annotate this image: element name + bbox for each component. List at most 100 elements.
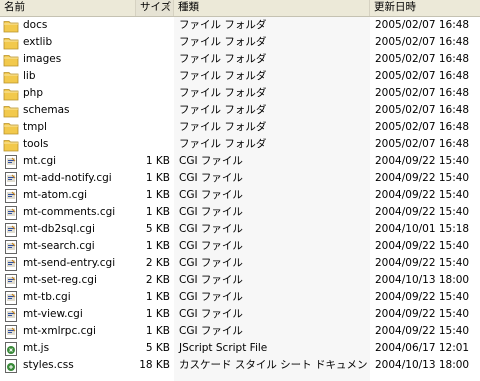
file-size: 1 KB — [145, 172, 170, 184]
file-name: mt-atom.cgi — [23, 189, 88, 201]
file-name-cell: mt-add-notify.cgi — [0, 170, 136, 187]
file-name-cell: styles.css — [0, 357, 136, 374]
file-name-cell: mt-search.cgi — [0, 238, 136, 255]
file-row[interactable]: mt-add-notify.cgi 1 KB CGI ファイル 2004/09/… — [0, 170, 480, 187]
file-row[interactable]: mt-view.cgi 1 KB CGI ファイル 2004/09/22 15:… — [0, 306, 480, 323]
file-modified: 2004/09/22 15:40 — [375, 240, 470, 252]
file-name-cell: mt-xmlrpc.cgi — [0, 323, 136, 340]
file-type: CGI ファイル — [179, 257, 243, 269]
file-row[interactable]: php ファイル フォルダ 2005/02/07 16:48 — [0, 85, 480, 102]
folder-icon — [3, 35, 23, 51]
file-row[interactable]: lib ファイル フォルダ 2005/02/07 16:48 — [0, 68, 480, 85]
file-name-cell: schemas — [0, 102, 136, 119]
file-type: ファイル フォルダ — [179, 36, 267, 48]
file-row[interactable]: tmpl ファイル フォルダ 2005/02/07 16:48 — [0, 119, 480, 136]
file-size — [136, 68, 174, 85]
file-size: 1 KB — [145, 291, 170, 303]
folder-icon — [3, 69, 23, 85]
file-name-cell: mt-view.cgi — [0, 306, 136, 323]
file-size — [136, 136, 174, 153]
column-header-modified[interactable]: 更新日時 — [370, 0, 480, 16]
file-size: 1 KB — [145, 240, 170, 252]
file-modified: 2004/09/22 15:40 — [375, 189, 470, 201]
file-row[interactable]: schemas ファイル フォルダ 2005/02/07 16:48 — [0, 102, 480, 119]
file-type: CGI ファイル — [179, 325, 243, 337]
folder-icon — [3, 103, 23, 119]
file-size — [136, 102, 174, 119]
file-name-cell: mt.js — [0, 340, 136, 357]
file-size: 1 KB — [145, 206, 170, 218]
file-row[interactable]: mt.cgi 1 KB CGI ファイル 2004/09/22 15:40 — [0, 153, 480, 170]
file-name-cell: php — [0, 85, 136, 102]
file-type: ファイル フォルダ — [179, 121, 267, 133]
file-modified: 2004/09/22 15:40 — [375, 172, 470, 184]
file-name-cell: docs — [0, 17, 136, 34]
file-row[interactable]: docs ファイル フォルダ 2005/02/07 16:48 — [0, 17, 480, 34]
column-header-size[interactable]: サイズ — [136, 0, 174, 16]
file-size — [136, 51, 174, 68]
file-row[interactable]: mt-tb.cgi 1 KB CGI ファイル 2004/09/22 15:40 — [0, 289, 480, 306]
file-size: 1 KB — [145, 325, 170, 337]
file-size: 18 KB — [139, 359, 170, 371]
file-name: mt-db2sql.cgi — [23, 223, 95, 235]
file-size: 5 KB — [145, 342, 170, 354]
file-type: CGI ファイル — [179, 155, 243, 167]
file-row[interactable]: mt-atom.cgi 1 KB CGI ファイル 2004/09/22 15:… — [0, 187, 480, 204]
file-modified: 2004/09/22 15:40 — [375, 308, 470, 320]
sort-descending-icon — [164, 5, 170, 9]
file-name: mt-tb.cgi — [23, 291, 71, 303]
file-name: mt.cgi — [23, 155, 57, 167]
file-type: CGI ファイル — [179, 308, 243, 320]
file-row[interactable]: mt-send-entry.cgi 2 KB CGI ファイル 2004/09/… — [0, 255, 480, 272]
file-name: mt-set-reg.cgi — [23, 274, 97, 286]
file-modified: 2005/02/07 16:48 — [375, 87, 470, 99]
file-name-cell: lib — [0, 68, 136, 85]
file-size: 1 KB — [145, 155, 170, 167]
file-size: 1 KB — [145, 189, 170, 201]
file-row[interactable]: mt-search.cgi 1 KB CGI ファイル 2004/09/22 1… — [0, 238, 480, 255]
file-modified: 2005/02/07 16:48 — [375, 70, 470, 82]
file-list-view[interactable]: 名前 サイズ 種類 更新日時 docs ファイル フォルダ 2005/02/07… — [0, 0, 480, 381]
file-row[interactable]: extlib ファイル フォルダ 2005/02/07 16:48 — [0, 34, 480, 51]
file-name: schemas — [23, 104, 70, 116]
file-row[interactable]: mt-comments.cgi 1 KB CGI ファイル 2004/09/22… — [0, 204, 480, 221]
file-name-cell: mt.cgi — [0, 153, 136, 170]
file-type: ファイル フォルダ — [179, 104, 267, 116]
file-name-cell: mt-set-reg.cgi — [0, 272, 136, 289]
file-row[interactable]: styles.css 18 KB カスケード スタイル シート ドキュメント 2… — [0, 357, 480, 374]
file-type: CGI ファイル — [179, 240, 243, 252]
file-modified: 2005/02/07 16:48 — [375, 53, 470, 65]
folder-icon — [3, 86, 23, 102]
folder-icon — [3, 120, 23, 136]
cgi-file-icon — [3, 290, 23, 306]
file-row[interactable]: mt-db2sql.cgi 5 KB CGI ファイル 2004/10/01 1… — [0, 221, 480, 238]
file-name-cell: tools — [0, 136, 136, 153]
folder-icon — [3, 137, 23, 153]
file-name-cell: mt-comments.cgi — [0, 204, 136, 221]
file-type: CGI ファイル — [179, 223, 243, 235]
file-row[interactable]: images ファイル フォルダ 2005/02/07 16:48 — [0, 51, 480, 68]
file-row[interactable]: mt-set-reg.cgi 2 KB CGI ファイル 2004/10/13 … — [0, 272, 480, 289]
file-type: CGI ファイル — [179, 189, 243, 201]
cgi-file-icon — [3, 239, 23, 255]
file-name: tmpl — [23, 121, 47, 133]
file-name-cell: images — [0, 51, 136, 68]
column-header-name[interactable]: 名前 — [0, 0, 136, 16]
file-name: mt-add-notify.cgi — [23, 172, 112, 184]
file-size — [136, 119, 174, 136]
file-type: CGI ファイル — [179, 206, 243, 218]
file-name-cell: mt-db2sql.cgi — [0, 221, 136, 238]
cgi-file-icon — [3, 171, 23, 187]
file-type: CGI ファイル — [179, 172, 243, 184]
file-size — [136, 85, 174, 102]
file-row[interactable]: mt-xmlrpc.cgi 1 KB CGI ファイル 2004/09/22 1… — [0, 323, 480, 340]
file-rows: docs ファイル フォルダ 2005/02/07 16:48 extlib フ… — [0, 17, 480, 381]
file-size: 2 KB — [145, 274, 170, 286]
js-file-icon — [3, 341, 23, 357]
file-name-cell: mt-send-entry.cgi — [0, 255, 136, 272]
file-size — [136, 34, 174, 51]
file-name: docs — [23, 19, 48, 31]
file-row[interactable]: tools ファイル フォルダ 2005/02/07 16:48 — [0, 136, 480, 153]
column-header-type[interactable]: 種類 — [174, 0, 370, 16]
file-row[interactable]: mt.js 5 KB JScript Script File 2004/06/1… — [0, 340, 480, 357]
